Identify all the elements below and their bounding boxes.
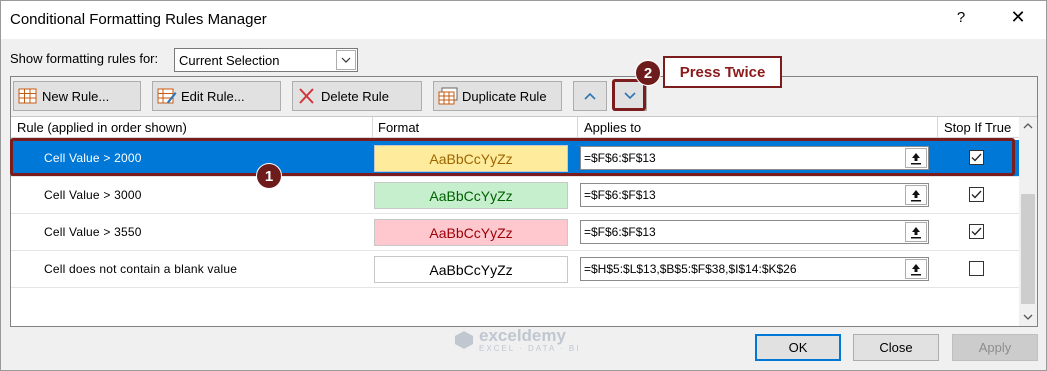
format-preview: AaBbCcYyZz [374,219,568,246]
edit-rule-label: Edit Rule... [181,88,245,104]
applies-to-value: =$F$6:$F$13 [584,188,656,202]
delete-rule-label: Delete Rule [321,88,389,104]
edit-rule-icon [157,87,177,105]
show-rules-select[interactable]: Current Selection [174,48,358,72]
close-window-button[interactable]: ✕ [1005,7,1031,28]
applies-to-value: =$H$5:$L$13,$B$5:$F$38,$I$14:$K$26 [584,262,797,276]
rules-panel: New Rule... Edit Rule... Delete Rule Dup… [10,76,1038,327]
applies-to-value: =$F$6:$F$13 [584,225,656,239]
col-divider[interactable] [937,117,938,138]
scrollbar-thumb[interactable] [1021,194,1035,304]
collapse-dialog-icon[interactable] [905,259,927,279]
vertical-scrollbar[interactable] [1019,117,1037,326]
scroll-up-icon[interactable] [1019,117,1037,135]
applies-to-field[interactable]: =$H$5:$L$13,$B$5:$F$38,$I$14:$K$26 [580,257,929,281]
collapse-dialog-icon[interactable] [905,185,927,205]
chevron-up-icon [583,89,597,104]
rules-header: Rule (applied in order shown) Format App… [11,117,1019,138]
col-rule: Rule (applied in order shown) [17,120,187,135]
selected-rule-highlight [10,138,1015,176]
rule-name: Cell does not contain a blank value [44,262,238,276]
duplicate-rule-button[interactable]: Duplicate Rule [433,81,562,111]
collapse-dialog-icon[interactable] [905,222,927,242]
col-stop-if-true: Stop If True [944,120,1012,135]
rules-toolbar: New Rule... Edit Rule... Delete Rule Dup… [11,77,1037,117]
step-2-badge: 2 [635,60,661,86]
stop-if-true-checkbox[interactable] [969,224,984,239]
show-rules-value: Current Selection [179,53,280,68]
stop-if-true-checkbox[interactable] [969,261,984,276]
move-up-button[interactable] [573,81,607,111]
duplicate-rule-icon [438,87,458,105]
close-button[interactable]: Close [853,334,939,361]
duplicate-rule-label: Duplicate Rule [462,88,547,104]
edit-rule-button[interactable]: Edit Rule... [152,81,281,111]
format-preview: AaBbCcYyZz [374,182,568,209]
new-rule-button[interactable]: New Rule... [13,81,141,111]
rule-name: Cell Value > 3550 [44,225,142,239]
delete-rule-button[interactable]: Delete Rule [292,81,422,111]
exceldemy-logo-icon [455,331,473,349]
press-twice-callout: Press Twice [663,56,782,88]
rule-row[interactable]: Cell Value > 3000 AaBbCcYyZz =$F$6:$F$13 [11,177,1019,214]
applies-to-field[interactable]: =$F$6:$F$13 [580,220,929,244]
rule-row[interactable]: Cell Value > 3550 AaBbCcYyZz =$F$6:$F$13 [11,214,1019,251]
dialog-title: Conditional Formatting Rules Manager [10,11,267,28]
new-rule-label: New Rule... [42,88,110,104]
rule-name: Cell Value > 3000 [44,188,142,202]
col-divider[interactable] [577,117,578,138]
col-applies-to: Applies to [584,120,642,135]
stop-if-true-checkbox[interactable] [969,187,984,202]
chevron-down-icon[interactable] [336,50,356,70]
help-button[interactable]: ? [953,9,969,26]
ok-button[interactable]: OK [755,334,841,361]
watermark-tagline: EXCEL · DATA · BI [479,344,581,353]
show-rules-label: Show formatting rules for: [10,51,159,66]
exceldemy-watermark: exceldemy EXCEL · DATA · BI [453,327,580,353]
title-bar: Conditional Formatting Rules Manager ? ✕ [1,1,1046,39]
step-1-badge: 1 [256,163,282,189]
apply-button[interactable]: Apply [952,334,1038,361]
rule-row[interactable]: Cell does not contain a blank value AaBb… [11,251,1019,288]
applies-to-field[interactable]: =$F$6:$F$13 [580,183,929,207]
watermark-name: exceldemy [479,326,566,345]
format-preview: AaBbCcYyZz [374,256,568,283]
col-format: Format [378,120,420,135]
col-divider[interactable] [372,117,373,138]
new-rule-icon [18,87,38,105]
conditional-formatting-dialog: Conditional Formatting Rules Manager ? ✕… [0,0,1047,371]
delete-x-icon [297,87,317,105]
scroll-down-icon[interactable] [1019,308,1037,326]
